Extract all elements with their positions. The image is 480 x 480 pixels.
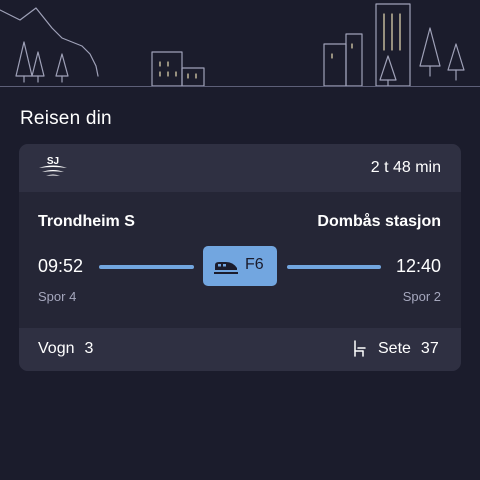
journey-duration: 2 t 48 min bbox=[370, 159, 441, 176]
departure-station: Trondheim S bbox=[38, 213, 135, 230]
car-info: Vogn 3 bbox=[38, 340, 93, 358]
arrival-time: 12:40 bbox=[395, 256, 441, 276]
journey-card[interactable]: SJ 2 t 48 min Trondheim S Dombås stasjon… bbox=[19, 144, 461, 371]
train-line-badge: F6 bbox=[203, 246, 277, 286]
car-label: Vogn bbox=[38, 340, 75, 357]
header-divider bbox=[0, 86, 480, 87]
journey-card-footer: Vogn 3 Sete 37 bbox=[19, 328, 461, 371]
arrival-station: Dombås stasjon bbox=[317, 213, 441, 230]
header-skyline-illustration bbox=[0, 0, 480, 88]
svg-text:SJ: SJ bbox=[47, 156, 59, 167]
sj-logo-icon: SJ bbox=[36, 153, 70, 188]
seat-label: Sete bbox=[378, 340, 411, 357]
seat-info: Sete 37 bbox=[378, 340, 439, 358]
route-line-right bbox=[287, 265, 381, 269]
route-line-left bbox=[99, 265, 194, 269]
section-title: Reisen din bbox=[20, 108, 112, 129]
journey-card-route: Trondheim S Dombås stasjon 09:52 F6 12:4… bbox=[19, 192, 461, 328]
car-number: 3 bbox=[84, 340, 94, 357]
departure-track: Spor 4 bbox=[38, 289, 77, 304]
train-line-code: F6 bbox=[245, 256, 264, 273]
departure-time: 09:52 bbox=[38, 256, 84, 276]
arrival-track: Spor 2 bbox=[402, 289, 441, 304]
journey-card-header: SJ 2 t 48 min bbox=[19, 144, 461, 192]
train-icon bbox=[213, 257, 239, 280]
seat-icon bbox=[352, 340, 368, 363]
seat-number: 37 bbox=[420, 340, 439, 357]
